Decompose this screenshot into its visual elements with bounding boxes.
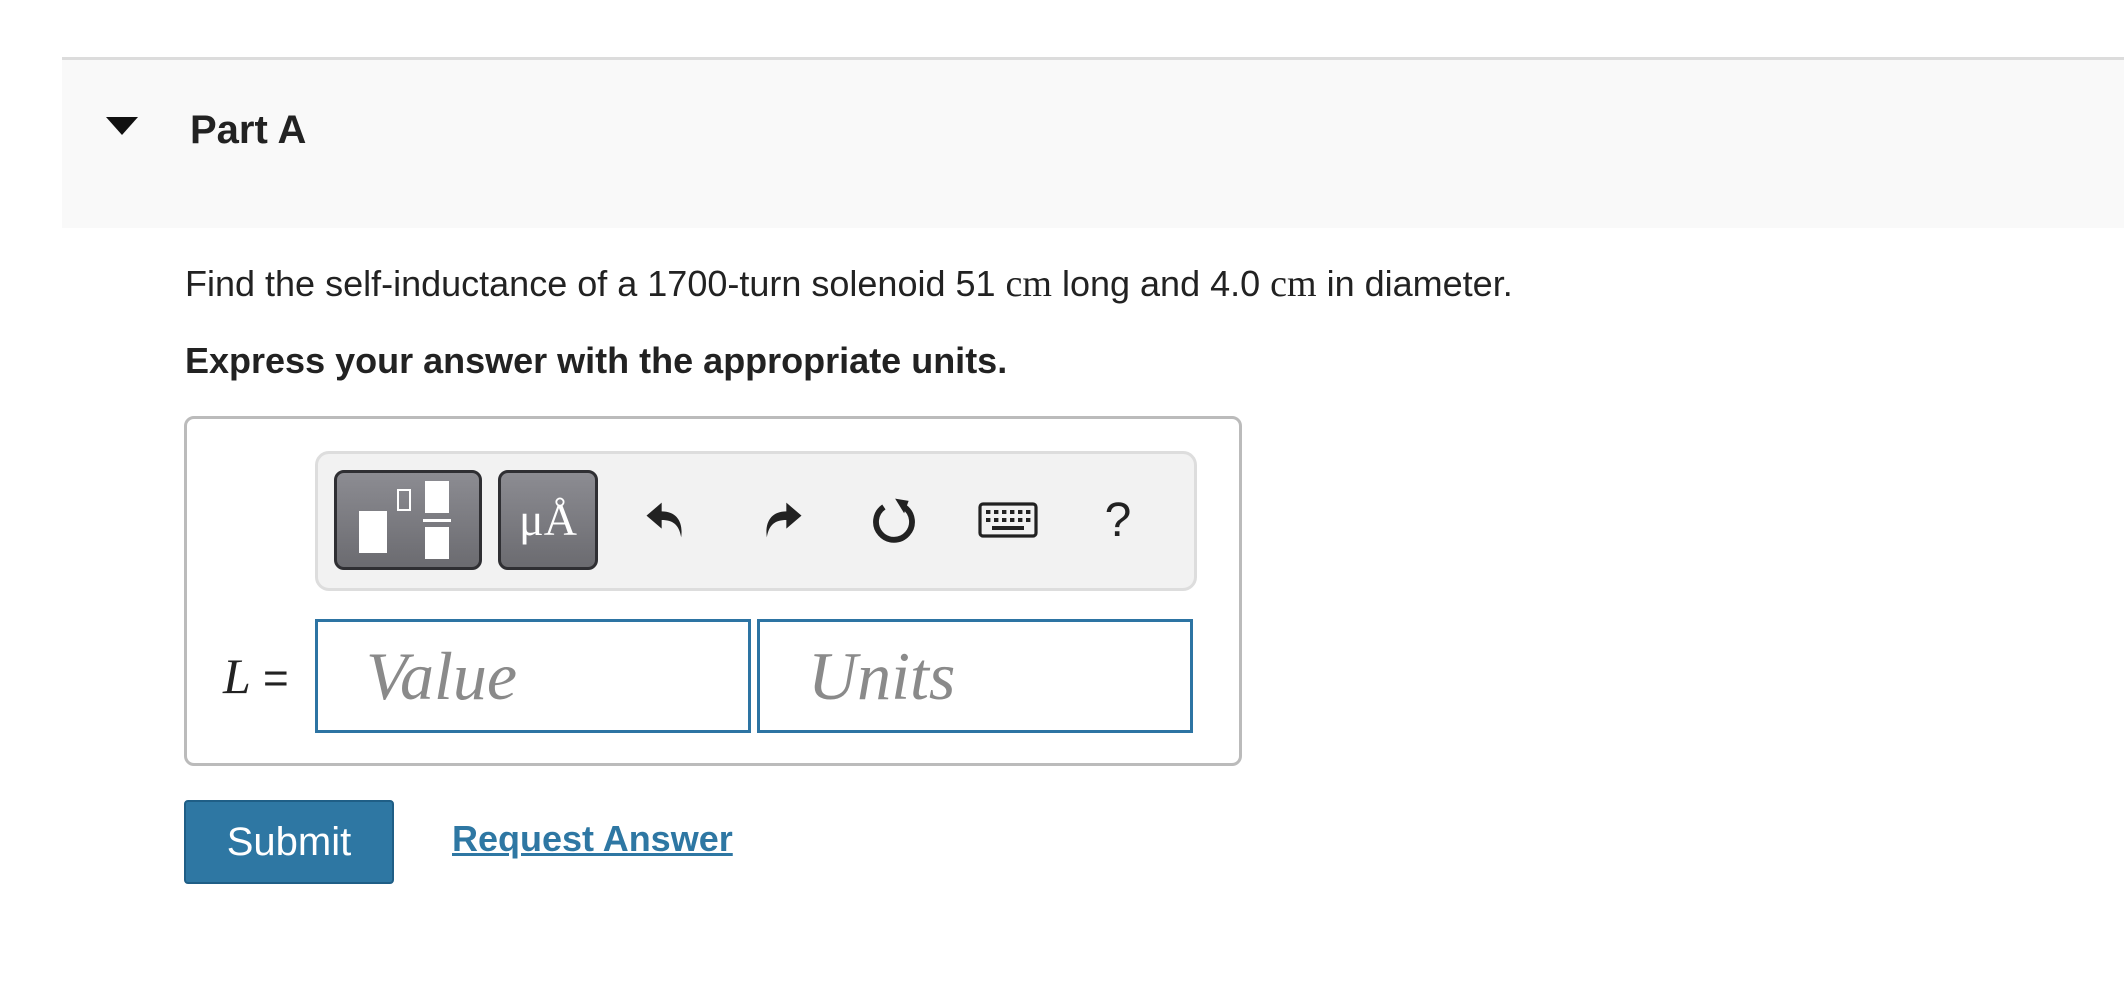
question-unit-1: cm: [1005, 263, 1052, 305]
redo-button[interactable]: [752, 490, 812, 550]
answer-box: μÅ ? L = Value Units: [184, 416, 1242, 766]
keyboard-button[interactable]: [978, 490, 1038, 550]
symbols-icon: μÅ: [519, 494, 577, 545]
collapse-caret-icon[interactable]: [106, 117, 138, 135]
question-segment-1: Find the self-inductance of a 1700-turn …: [185, 263, 1006, 304]
reset-icon: [873, 498, 915, 543]
equation-label: L =: [223, 647, 289, 705]
answer-variable: L: [223, 648, 251, 704]
answer-instruction: Express your answer with the appropriate…: [185, 340, 1008, 381]
templates-button[interactable]: [334, 470, 482, 570]
units-input[interactable]: [757, 619, 1193, 733]
math-toolbar: μÅ ?: [315, 451, 1197, 591]
question-text: Find the self-inductance of a 1700-turn …: [185, 262, 1513, 306]
question-segment-2: long and 4.0: [1051, 263, 1271, 304]
part-title: Part A: [190, 108, 307, 152]
question-unit-2: cm: [1270, 263, 1317, 305]
reset-button[interactable]: [864, 490, 924, 550]
request-answer-link[interactable]: Request Answer: [452, 818, 733, 860]
undo-icon: [646, 502, 682, 538]
help-icon: ?: [1104, 493, 1132, 547]
question-segment-3: in diameter.: [1316, 263, 1513, 304]
value-input[interactable]: [315, 619, 751, 733]
help-button[interactable]: ?: [1088, 490, 1148, 550]
submit-button[interactable]: Submit: [184, 800, 394, 884]
redo-icon: [766, 502, 802, 538]
keyboard-icon: [978, 502, 1038, 538]
symbols-button[interactable]: μÅ: [498, 470, 598, 570]
equals-sign: =: [250, 654, 289, 703]
part-header[interactable]: Part A: [62, 60, 2124, 228]
undo-button[interactable]: [636, 490, 696, 550]
